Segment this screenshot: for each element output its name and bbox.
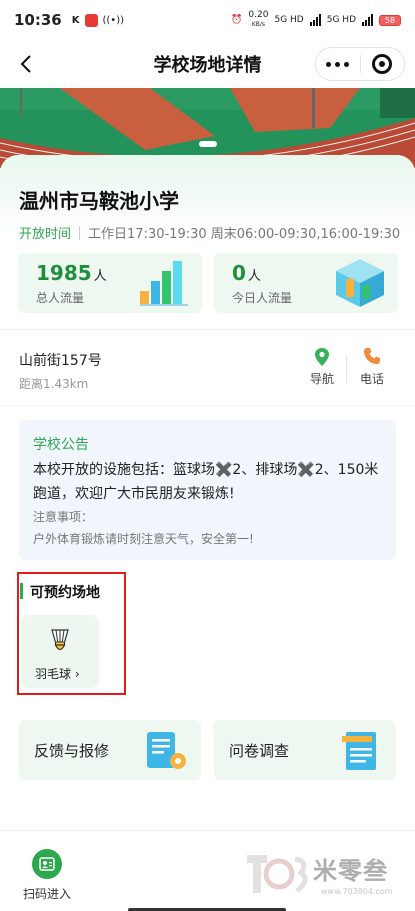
- net-speed-unit: KB/s: [251, 21, 266, 28]
- status-k-label: K: [71, 14, 80, 26]
- section-divider: [0, 329, 415, 330]
- status-right: ⏰ 0.20 KB/s 5G HD 5G HD 58: [231, 11, 401, 29]
- school-announcement: 学校公告 本校开放的设施包括：篮球场✖️2、排球场✖️2、150米跑道，欢迎广大…: [19, 420, 396, 560]
- net-speed-value: 0.20: [248, 10, 269, 20]
- chevron-right-icon: ›: [74, 667, 80, 681]
- address: 山前街157号: [19, 353, 102, 369]
- opening-hours-label: 开放时间: [19, 227, 72, 242]
- phone-icon: [364, 348, 380, 364]
- today-visitors-card: 0人 今日人流量: [214, 253, 398, 313]
- document-gear-icon: [147, 732, 186, 769]
- status-bar: 10:36 K ((•)) ⏰ 0.20 KB/s 5G HD 5G HD 58: [0, 0, 415, 40]
- distance: 距离1.43km: [19, 377, 89, 391]
- battery-icon: 58: [379, 14, 401, 26]
- watermark-graphic: [247, 855, 308, 893]
- location-pin-icon: [315, 348, 329, 366]
- venue-label-text: 羽毛球: [35, 667, 72, 681]
- navigate-button[interactable]: 导航: [300, 347, 344, 387]
- total-visitors-label: 总人流量: [36, 291, 85, 305]
- net-speed: 0.20 KB/s: [248, 11, 268, 29]
- section-title-marker: [20, 583, 23, 599]
- opening-hours: 开放时间 工作日17:30-19:30 周末06:00-09:30,16:00-…: [19, 223, 400, 242]
- announcement-body: 本校开放的设施包括：篮球场✖️2、排球场✖️2、150米跑道，欢迎广大市民朋友来…: [33, 462, 379, 502]
- phone-label: 电话: [359, 372, 384, 386]
- questionnaire-icon: [342, 732, 376, 770]
- total-visitors-number: 1985: [36, 261, 92, 285]
- notes-body: 户外体育锻炼请时刻注意天气，安全第一!: [33, 532, 254, 546]
- feedback-repair-tile[interactable]: 反馈与报修: [19, 720, 201, 780]
- signal-icon: [309, 14, 321, 26]
- alarm-icon: ⏰: [231, 15, 243, 25]
- opening-hours-text: 工作日17:30-19:30 周末06:00-09:30,16:00-19:30: [88, 227, 401, 242]
- app-notification-icon: [84, 13, 98, 27]
- feedback-label: 反馈与报修: [34, 742, 110, 760]
- status-left-icons: K ((•)): [71, 13, 125, 27]
- chevron-left-icon: [20, 55, 31, 73]
- bar-chart-icon: [140, 261, 188, 306]
- school-name: 温州市马鞍池小学: [19, 189, 179, 213]
- page-title: 学校场地详情: [153, 55, 262, 76]
- signal-icon-2: [362, 14, 373, 26]
- nav-bar: 学校场地详情: [0, 40, 415, 88]
- venue-label: 羽毛球 ›: [35, 665, 80, 682]
- badminton-shuttlecock-icon: [51, 629, 69, 651]
- scan-id-icon: [32, 849, 62, 879]
- nfc-icon: ((•)): [102, 14, 125, 26]
- miniprogram-capsule: [315, 47, 405, 81]
- close-miniprogram-button[interactable]: [361, 54, 405, 74]
- today-visitors-value: 0人: [232, 261, 261, 285]
- watermark-brand: 米零叁: [313, 857, 388, 885]
- more-button[interactable]: [316, 61, 360, 67]
- action-divider: [346, 355, 347, 383]
- phone-button[interactable]: 电话: [350, 347, 394, 387]
- scan-label: 扫码进入: [22, 887, 71, 901]
- survey-label: 问卷调查: [229, 742, 290, 760]
- scan-enter-button[interactable]: 扫码进入: [19, 843, 75, 902]
- status-time: 10:36: [14, 11, 62, 29]
- watermark-url: www.703804.com: [321, 887, 393, 896]
- net-label-1: 5G HD: [274, 15, 304, 25]
- back-button[interactable]: [12, 50, 40, 78]
- carousel-indicator: [199, 141, 217, 147]
- today-visitors-number: 0: [232, 261, 246, 285]
- bottom-bar: 扫码进入 米零叁 www.703804.com: [0, 830, 415, 911]
- notes-title: 注意事项：: [33, 510, 94, 524]
- net-label-2: 5G HD: [326, 15, 356, 25]
- hours-divider: [79, 225, 81, 240]
- target-icon: [372, 54, 393, 74]
- total-visitors-unit: 人: [93, 269, 107, 284]
- survey-tile[interactable]: 问卷调查: [214, 720, 396, 780]
- venue-item-badminton[interactable]: 羽毛球 ›: [21, 615, 99, 688]
- detail-card: 温州市马鞍池小学 开放时间 工作日17:30-19:30 周末06:00-09:…: [0, 155, 415, 830]
- total-visitors-card: 1985 人 总人流量: [18, 253, 202, 313]
- today-visitors-unit: 人: [247, 269, 261, 284]
- total-visitors-value: 1985 人: [36, 261, 107, 285]
- navigate-label: 导航: [309, 372, 334, 386]
- cube-chart-icon: [336, 259, 384, 307]
- announcement-title: 学校公告: [33, 437, 89, 453]
- section-divider-2: [0, 405, 415, 406]
- today-visitors-label: 今日人流量: [232, 291, 293, 305]
- watermark-logo: 米零叁 www.703804.com: [245, 843, 405, 903]
- bookable-venues-title: 可预约场地: [30, 585, 100, 601]
